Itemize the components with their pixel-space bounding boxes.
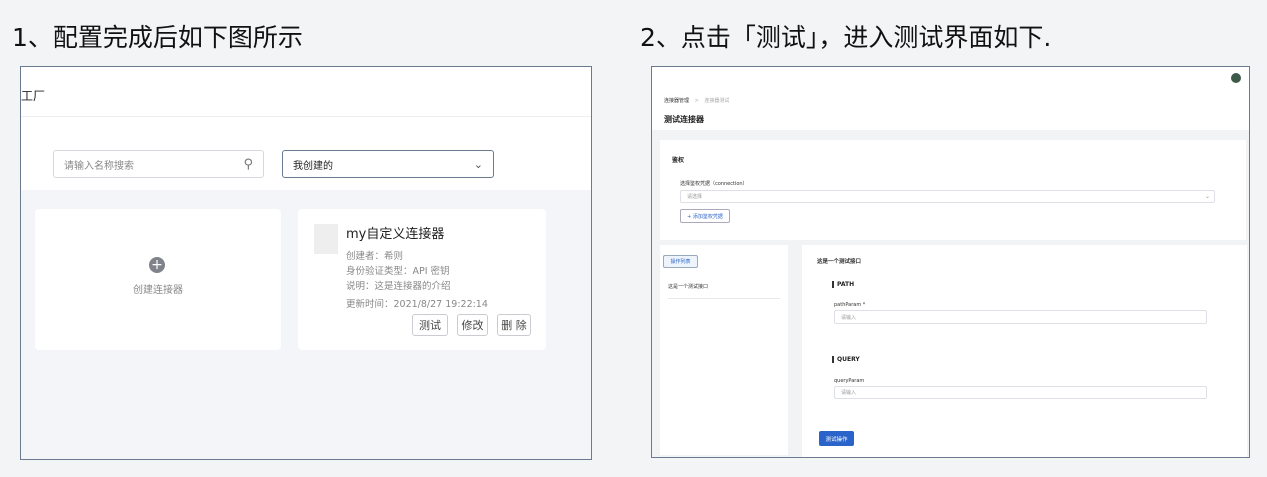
op-detail: 这是一个测试接口 PATH pathParam * 请输入 QUERY quer… (802, 245, 1247, 457)
plus-circle-icon: + (149, 257, 165, 273)
auth-select-placeholder: 请选择 (687, 194, 703, 200)
avatar[interactable] (1231, 73, 1241, 83)
breadcrumb-current: 连接器测试 (704, 98, 730, 104)
step2-caption: 2、点击「测试」，进入测试界面如下. (640, 23, 1052, 52)
header-title: 工厂 (21, 89, 46, 103)
filter-value: 我创建的 (293, 160, 333, 172)
auth-select[interactable]: 请选择 ⌄ (680, 190, 1215, 203)
create-connector-card[interactable]: + 创建连接器 (35, 209, 281, 350)
auth-heading: 鉴权 (672, 157, 685, 164)
test-button[interactable]: 测试 (412, 314, 448, 336)
chevron-down-icon: ⌄ (1204, 193, 1210, 200)
content-area: 鉴权 选择鉴权凭据（connection） 请选择 ⌄ + 添加鉴权凭据 操作列… (652, 130, 1249, 457)
filter-select[interactable]: 我创建的 ⌄ (282, 150, 494, 178)
path-heading: PATH (832, 281, 854, 288)
query-param-label: queryParam (834, 378, 865, 384)
connector-updated: 更新时间：2021/8/27 19:22:14 (346, 299, 488, 310)
chevron-down-icon: ⌄ (473, 157, 483, 171)
connector-name: my自定义连接器 (346, 227, 445, 242)
search-input[interactable]: 请输入名称搜索 ⚲ (53, 150, 264, 178)
create-connector-label: 创建连接器 (133, 285, 183, 296)
connector-creator: 创建者：希则 (346, 251, 404, 262)
search-icon: ⚲ (243, 156, 253, 172)
query-param-input[interactable]: 请输入 (834, 386, 1207, 399)
breadcrumb-parent[interactable]: 连接器管理 (664, 98, 689, 104)
connector-list-screenshot: 工厂 请输入名称搜索 ⚲ 我创建的 ⌄ + 创建连接器 my自定义连接器 创建者… (20, 66, 592, 460)
ops-list-item[interactable]: 这是一个测试接口 (668, 283, 780, 299)
step1-caption: 1、配置完成后如下图所示 (12, 23, 303, 52)
connector-card: my自定义连接器 创建者：希则 身份验证类型：API 密钥 说明：这是连接器的介… (298, 209, 546, 350)
op-title: 这是一个测试接口 (817, 259, 862, 265)
card-area: + 创建连接器 my自定义连接器 创建者：希则 身份验证类型：API 密钥 说明… (21, 190, 591, 459)
page-title: 测试连接器 (664, 115, 704, 124)
breadcrumb-separator: > (694, 98, 699, 104)
delete-button[interactable]: 删 除 (497, 314, 531, 336)
connector-test-screenshot: 连接器管理 > 连接器测试 测试连接器 鉴权 选择鉴权凭据（connection… (651, 66, 1250, 458)
ops-list-button[interactable]: 操作列表 (663, 255, 698, 268)
connector-image-icon (314, 224, 338, 254)
header-bar: 工厂 (21, 67, 591, 117)
edit-button[interactable]: 修改 (457, 314, 488, 336)
connector-auth-type: 身份验证类型：API 密钥 (346, 266, 450, 277)
path-param-input[interactable]: 请输入 (834, 310, 1207, 324)
path-param-label: pathParam * (834, 302, 866, 308)
auth-card: 鉴权 选择鉴权凭据（connection） 请选择 ⌄ + 添加鉴权凭据 (660, 140, 1246, 240)
add-auth-button[interactable]: + 添加鉴权凭据 (680, 209, 730, 223)
connector-description: 说明：这是连接器的介绍 (346, 281, 451, 292)
query-heading: QUERY (832, 356, 860, 363)
breadcrumb: 连接器管理 > 连接器测试 (664, 97, 729, 104)
ops-sidebar: 操作列表 这是一个测试接口 (660, 245, 788, 455)
search-placeholder: 请输入名称搜索 (64, 160, 134, 172)
run-test-button[interactable]: 测试操作 (819, 431, 854, 446)
auth-field-label: 选择鉴权凭据（connection） (680, 181, 748, 187)
